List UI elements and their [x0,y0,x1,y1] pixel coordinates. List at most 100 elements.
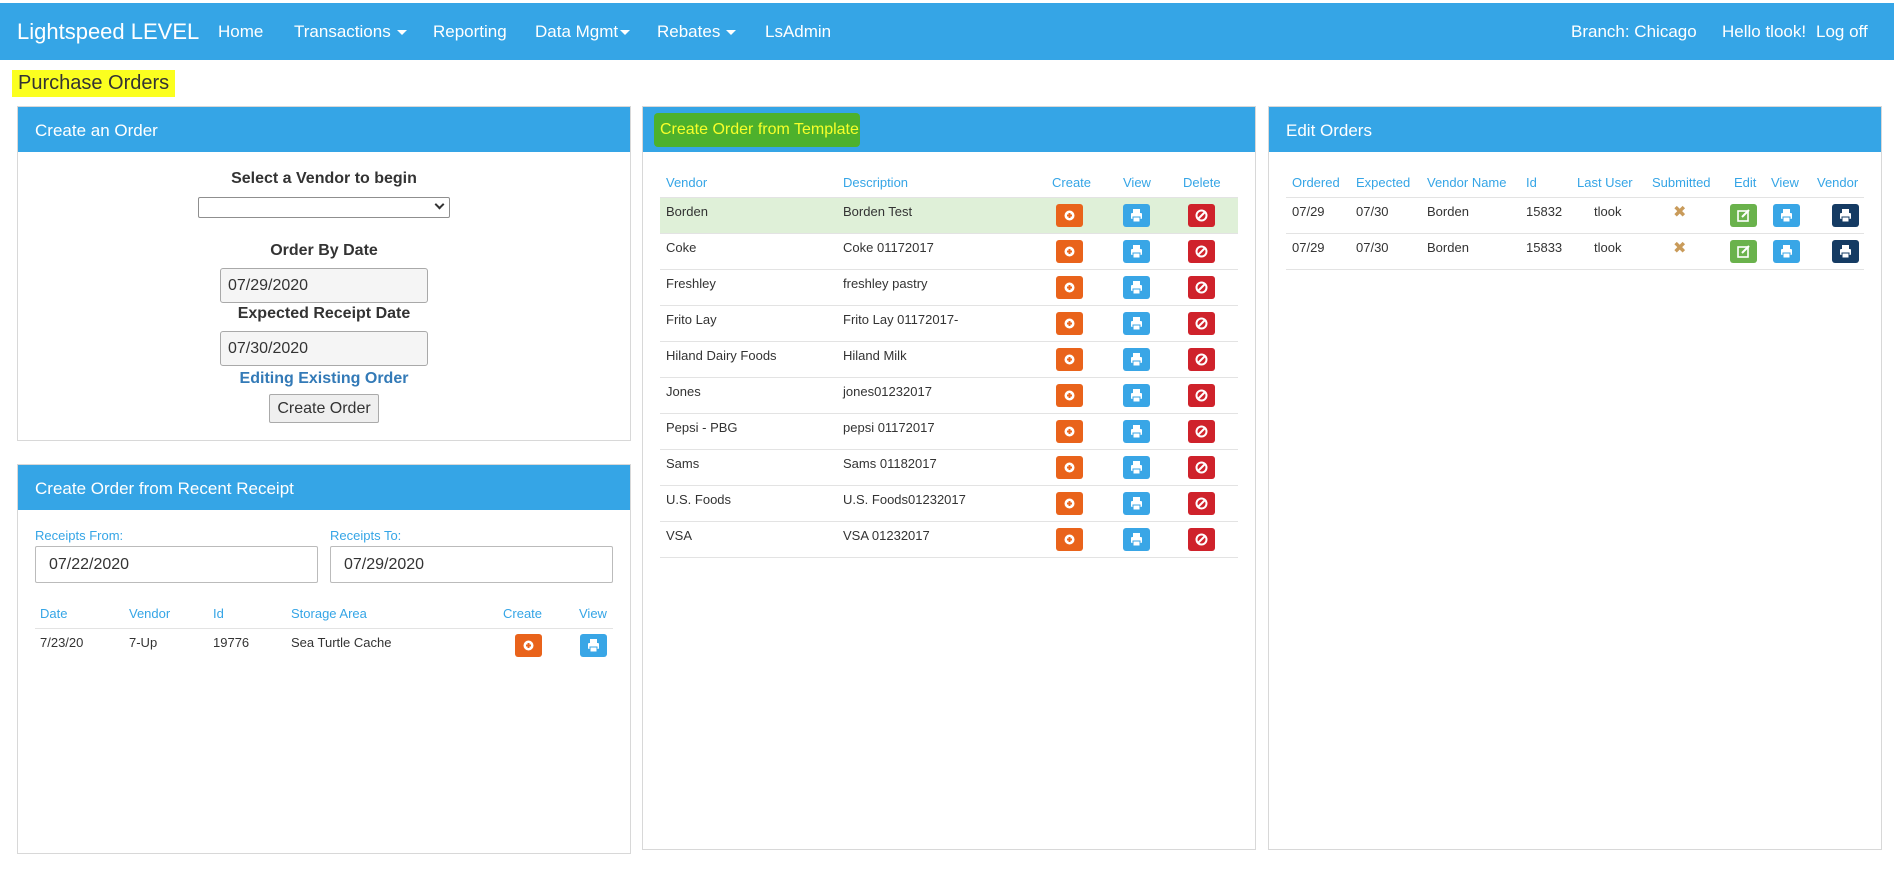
receipts-from-input[interactable]: 07/22/2020 [35,546,318,583]
create-from-template-button[interactable] [1056,276,1083,299]
nav-log-off[interactable]: Log off [1816,22,1868,42]
create-from-template-button[interactable] [1056,384,1083,407]
nav-home[interactable]: Home [218,22,263,42]
cell-last-user: tlook [1594,240,1622,255]
view-template-button[interactable] [1123,456,1150,479]
create-from-template-button[interactable] [1056,240,1083,263]
row-divider [660,557,1238,558]
vendor-print-button[interactable] [1832,240,1859,263]
print-icon [1781,209,1792,223]
header-divider [1286,197,1864,198]
create-order-button[interactable]: Create Order [269,394,379,423]
row-divider [660,341,1238,342]
nav-data-mgmt-label: Data Mgmt [535,22,619,41]
ban-icon [1195,497,1208,510]
delete-template-button[interactable] [1188,240,1215,263]
vendor-select[interactable] [198,197,450,218]
col-date: Date [40,606,68,621]
cell-vendor: Freshley [666,276,716,291]
delete-template-button[interactable] [1188,384,1215,407]
nav-rebates[interactable]: Rebates [657,22,737,42]
print-icon [588,639,599,653]
cell-description: jones01232017 [843,384,932,399]
create-from-template-button[interactable] [1056,348,1083,371]
nav-reporting[interactable]: Reporting [433,22,507,42]
cell-expected: 07/30 [1356,240,1389,255]
col-edit: Edit [1734,175,1757,190]
create-from-template-button[interactable] [1056,204,1083,227]
delete-template-button[interactable] [1188,456,1215,479]
cell-description: Sams 01182017 [843,456,937,471]
ban-icon [1195,317,1208,330]
plus-circle-icon [523,640,534,651]
view-order-button[interactable] [1773,204,1800,227]
cell-vendor: Coke [666,240,697,255]
create-from-template-button[interactable] [1056,492,1083,515]
view-template-button[interactable] [1123,384,1150,407]
vendor-print-button[interactable] [1832,204,1859,227]
cell-description: Borden Test [843,204,913,219]
nav-branch[interactable]: Branch: Chicago [1571,22,1697,42]
plus-circle-icon [1064,534,1075,545]
ban-icon [1195,389,1208,402]
ban-icon [1195,461,1208,474]
cell-storage-area: Sea Turtle Cache [291,635,392,650]
edit-order-button[interactable] [1730,204,1757,227]
brand-link[interactable]: Lightspeed LEVEL [17,19,199,45]
nav-data-mgmt[interactable]: Data Mgmt [535,22,631,42]
delete-template-button[interactable] [1188,492,1215,515]
expected-receipt-input[interactable]: 07/30/2020 [220,331,428,366]
view-template-button[interactable] [1123,204,1150,227]
view-template-button[interactable] [1123,492,1150,515]
edit-orders-panel: Edit Orders Ordered Expected Vendor Name… [1268,106,1882,850]
create-from-template-button[interactable] [1056,420,1083,443]
cell-vendor: U.S. Foods [666,492,732,507]
view-receipt-button[interactable] [580,634,607,657]
cell-vendor: Hiland Dairy Foods [666,348,777,363]
delete-template-button[interactable] [1188,420,1215,443]
print-icon [1131,461,1142,475]
caret-down-icon [726,30,737,36]
plus-circle-icon [1064,246,1075,257]
view-template-button[interactable] [1123,240,1150,263]
nav-user-greeting[interactable]: Hello tlook! [1722,22,1806,42]
create-from-template-button[interactable] [1056,456,1083,479]
row-divider [660,269,1238,270]
cell-description: VSA 01232017 [843,528,930,543]
plus-circle-icon [1064,426,1075,437]
delete-template-button[interactable] [1188,312,1215,335]
delete-template-button[interactable] [1188,204,1215,227]
view-template-button[interactable] [1123,276,1150,299]
ban-icon [1195,353,1208,366]
row-divider [660,377,1238,378]
plus-circle-icon [1064,462,1075,473]
col-submitted: Submitted [1652,175,1711,190]
nav-transactions[interactable]: Transactions [294,22,407,42]
print-icon [1131,317,1142,331]
view-template-button[interactable] [1123,348,1150,371]
row-divider [660,413,1238,414]
view-template-button[interactable] [1123,420,1150,443]
view-order-button[interactable] [1773,240,1800,263]
view-template-button[interactable] [1123,312,1150,335]
row-divider [1286,233,1864,234]
receipts-to-input[interactable]: 07/29/2020 [330,546,613,583]
create-from-template-button[interactable] [1056,312,1083,335]
plus-circle-icon [1064,282,1075,293]
print-icon [1131,209,1142,223]
cell-vendor: Frito Lay [666,312,717,327]
delete-template-button[interactable] [1188,528,1215,551]
editing-existing-order-link[interactable]: Editing Existing Order [18,370,630,388]
edit-icon [1737,245,1750,258]
cell-vendor: Pepsi - PBG [666,420,738,435]
nav-lsadmin[interactable]: LsAdmin [765,22,831,42]
order-by-date-input[interactable]: 07/29/2020 [220,268,428,303]
delete-template-button[interactable] [1188,348,1215,371]
edit-order-button[interactable] [1730,240,1757,263]
create-from-template-button[interactable] [1056,528,1083,551]
x-icon: ✖ [1673,204,1687,221]
view-template-button[interactable] [1123,528,1150,551]
top-navbar: Lightspeed LEVEL Home Transactions Repor… [0,3,1894,60]
delete-template-button[interactable] [1188,276,1215,299]
create-from-receipt-button[interactable] [515,634,542,657]
